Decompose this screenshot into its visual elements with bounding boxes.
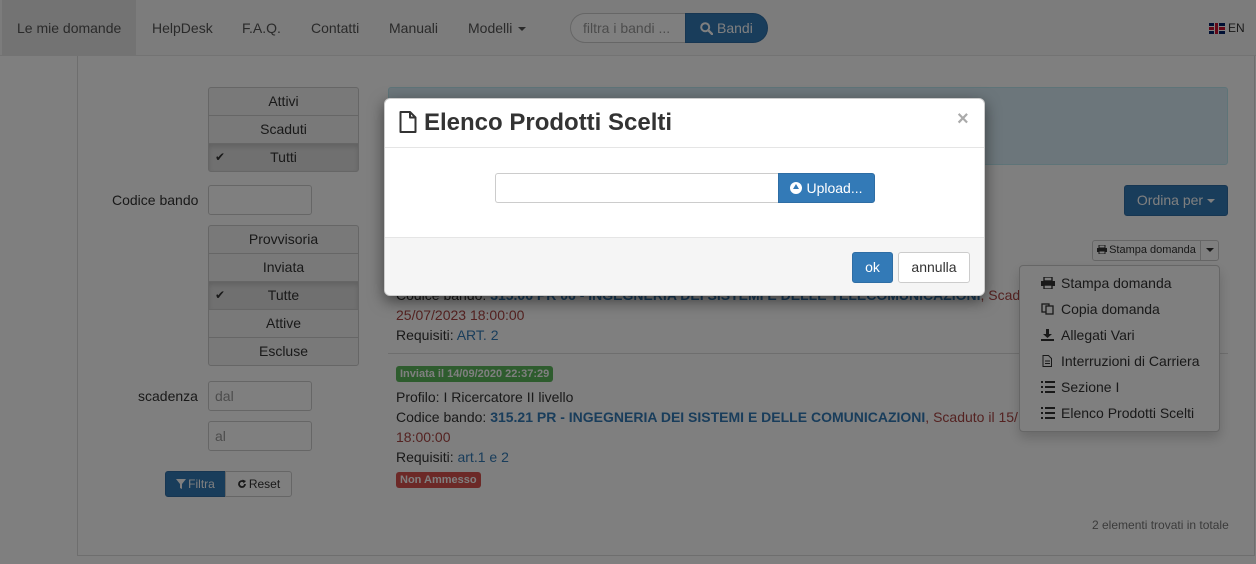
modal-footer: ok annulla (385, 237, 984, 295)
ok-button[interactable]: ok (852, 252, 893, 283)
elenco-prodotti-modal: Elenco Prodotti Scelti × Upload... ok an… (384, 98, 985, 296)
upload-circle-icon (790, 182, 803, 194)
file-icon (399, 111, 417, 133)
upload-file-field[interactable] (495, 173, 779, 203)
close-icon[interactable]: × (957, 108, 969, 131)
upload-label: Upload... (806, 180, 863, 196)
modal-title: Elenco Prodotti Scelti (424, 109, 673, 136)
upload-button[interactable]: Upload... (778, 173, 875, 203)
modal-header: Elenco Prodotti Scelti × (385, 99, 984, 148)
annulla-button[interactable]: annulla (898, 252, 970, 283)
